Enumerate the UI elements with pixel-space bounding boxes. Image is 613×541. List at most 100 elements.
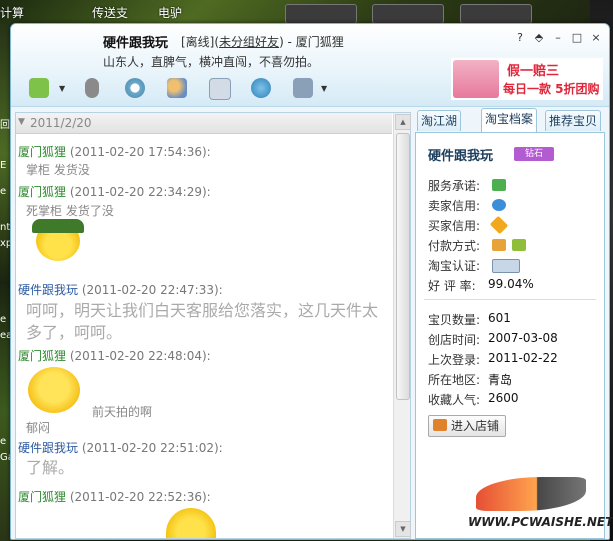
contact-signature: 山东人，直脾气，横冲直闯，不喜勿拍。 xyxy=(103,55,320,69)
chat-window: 硬件跟我玩 [离线](未分组好友) - 厦门狐狸 山东人，直脾气，横冲直闯，不喜… xyxy=(10,23,610,540)
label-favorites: 收藏人气: xyxy=(428,393,481,407)
label-verify: 淘宝认证: xyxy=(428,259,481,273)
sad-emoticon-icon xyxy=(28,367,80,413)
help-button[interactable]: ? xyxy=(513,31,527,45)
scroll-thumb[interactable] xyxy=(396,133,410,400)
sender-name: 厦门狐狸 xyxy=(18,490,67,504)
ad-product-image xyxy=(453,60,499,98)
payment-card-icon[interactable] xyxy=(492,239,506,251)
pin-button[interactable]: ⬘ xyxy=(532,31,546,45)
label-payment: 付款方式: xyxy=(428,239,481,253)
rating-value: 99.04% xyxy=(488,277,534,291)
sender-name: 厦门狐狸 xyxy=(18,349,67,363)
message-text: 掌柜 发货没 xyxy=(26,163,90,177)
desktop-icon-label[interactable]: e xyxy=(0,314,10,326)
buyer-credit-icon[interactable] xyxy=(489,215,509,235)
status-prefix: [离线]( xyxy=(181,35,220,49)
taskbar-item-emule[interactable]: 电驴 xyxy=(158,4,182,21)
chevron-down-icon[interactable]: ▼ xyxy=(59,84,65,93)
enter-shop-label: 进入店铺 xyxy=(451,419,500,433)
shop-panel: 淘江湖 淘宝档案 推荐宝贝 硬件跟我玩 钻石 服务承诺: 卖家信用: 买家信用:… xyxy=(415,108,605,539)
ad-banner[interactable]: 假一赔三 每日一款 5折团购 xyxy=(451,58,603,100)
desktop-icon-label[interactable]: Ga xyxy=(0,452,14,464)
taskbar-item-transfer[interactable]: 传送支 xyxy=(92,4,128,21)
seller-credit-icon[interactable] xyxy=(492,199,506,211)
friends-icon[interactable] xyxy=(167,78,187,98)
scroll-up-icon[interactable]: ▲ xyxy=(395,114,411,130)
group-link[interactable]: 未分组好友 xyxy=(219,35,279,49)
label-item-count: 宝贝数量: xyxy=(428,313,481,327)
taskbar-item-computer[interactable]: 计算 xyxy=(0,4,24,21)
desktop-icon-label[interactable]: nt xyxy=(0,222,10,234)
chat-history[interactable]: ▼ 2011/2/20 厦门狐狸 (2011-02-20 17:54:36): … xyxy=(15,112,411,539)
sender-name: 厦门狐狸 xyxy=(18,185,67,199)
chevron-down-icon[interactable]: ▼ xyxy=(321,84,327,93)
contact-card-icon[interactable] xyxy=(209,78,231,100)
label-rating: 好 评 率: xyxy=(428,279,476,293)
contact-status: [离线](未分组好友) - 厦门狐狸 xyxy=(181,33,344,50)
desktop-icon-label[interactable]: xp xyxy=(0,238,12,250)
label-buyer-credit: 买家信用: xyxy=(428,219,481,233)
open-date-value: 2007-03-08 xyxy=(488,331,558,345)
tab-recommended[interactable]: 推荐宝贝 xyxy=(545,110,602,131)
watermark-logo: WWW.PCWAISHE.NET xyxy=(468,475,613,533)
top-window-button-1[interactable] xyxy=(285,4,357,24)
date-separator[interactable]: ▼ 2011/2/20 xyxy=(16,113,392,134)
message-time: (2011-02-20 22:48:04): xyxy=(69,349,211,363)
message-header: 厦门狐狸 (2011-02-20 22:52:36): xyxy=(18,488,211,505)
desktop-icon-label[interactable]: e xyxy=(0,186,10,198)
enter-shop-button[interactable]: 进入店铺 xyxy=(428,415,507,437)
video-icon[interactable] xyxy=(125,78,145,98)
top-window-button-2[interactable] xyxy=(372,4,444,24)
app-icon[interactable] xyxy=(293,78,313,98)
desktop-icon-label[interactable]: E xyxy=(0,160,10,172)
service-promise-icon[interactable] xyxy=(492,179,506,191)
maximize-button[interactable]: □ xyxy=(570,31,584,45)
send-file-icon[interactable] xyxy=(29,78,49,98)
window-controls: ? ⬘ – □ × xyxy=(508,30,603,45)
message-header: 厦门狐狸 (2011-02-20 17:54:36): xyxy=(18,143,211,160)
collapse-icon[interactable]: ▼ xyxy=(18,117,25,127)
angry-emoticon-icon xyxy=(166,508,216,538)
message-time: (2011-02-20 22:52:36): xyxy=(69,490,211,504)
voice-icon[interactable] xyxy=(85,78,99,98)
message-time: (2011-02-20 22:47:33): xyxy=(81,283,223,297)
scroll-down-icon[interactable]: ▼ xyxy=(395,521,411,537)
chat-date: 2011/2/20 xyxy=(30,116,92,130)
last-login-value: 2011-02-22 xyxy=(488,351,558,365)
close-button[interactable]: × xyxy=(589,31,603,45)
diamond-badge: 钻石 xyxy=(514,147,554,161)
favorites-value: 2600 xyxy=(488,391,519,405)
message-text: 了解。 xyxy=(26,458,75,477)
desktop-icon-label[interactable]: e xyxy=(0,436,10,448)
message-text: 呵呵，明天让我们白天客服给您落实，这几天件太多了，呵呵。 xyxy=(26,301,379,342)
shop-name[interactable]: 硬件跟我玩 xyxy=(428,145,493,164)
watermark-url: WWW.PCWAISHE.NET xyxy=(468,515,613,529)
desktop-icon-label[interactable]: 回 xyxy=(0,116,10,131)
message-text-2: 郁闷 xyxy=(26,421,51,435)
top-window-button-3[interactable] xyxy=(460,4,532,24)
divider xyxy=(424,299,596,300)
message-text: 死掌柜 发货了没 xyxy=(26,204,114,218)
chat-scrollbar[interactable]: ▲ ▼ xyxy=(393,113,411,538)
tab-taobao-profile[interactable]: 淘宝档案 xyxy=(481,108,538,132)
status-suffix: ) - 厦门狐狸 xyxy=(279,35,344,49)
message-time: (2011-02-20 22:34:29): xyxy=(69,185,211,199)
ad-line2: 每日一款 5折团购 xyxy=(503,82,600,96)
panel-tabs: 淘江湖 淘宝档案 推荐宝贝 xyxy=(415,108,605,132)
soldier-cap-icon xyxy=(32,219,84,233)
message-time: (2011-02-20 17:54:36): xyxy=(69,145,211,159)
eagle-logo-icon xyxy=(476,477,586,511)
gift-icon[interactable] xyxy=(512,239,526,251)
message-header: 厦门狐狸 (2011-02-20 22:34:29): xyxy=(18,183,211,200)
verified-id-icon[interactable] xyxy=(492,259,520,273)
message-text: 前天拍的啊 xyxy=(92,405,153,419)
minimize-button[interactable]: – xyxy=(551,31,565,45)
message-time: (2011-02-20 22:51:02): xyxy=(81,441,223,455)
region-value: 青岛 xyxy=(488,373,513,387)
tab-taojianghu[interactable]: 淘江湖 xyxy=(417,110,462,131)
shop-icon xyxy=(433,419,447,431)
desktop-icon-label[interactable]: ea xyxy=(0,330,12,342)
browser-icon[interactable] xyxy=(251,78,271,98)
item-count-value: 601 xyxy=(488,311,511,325)
